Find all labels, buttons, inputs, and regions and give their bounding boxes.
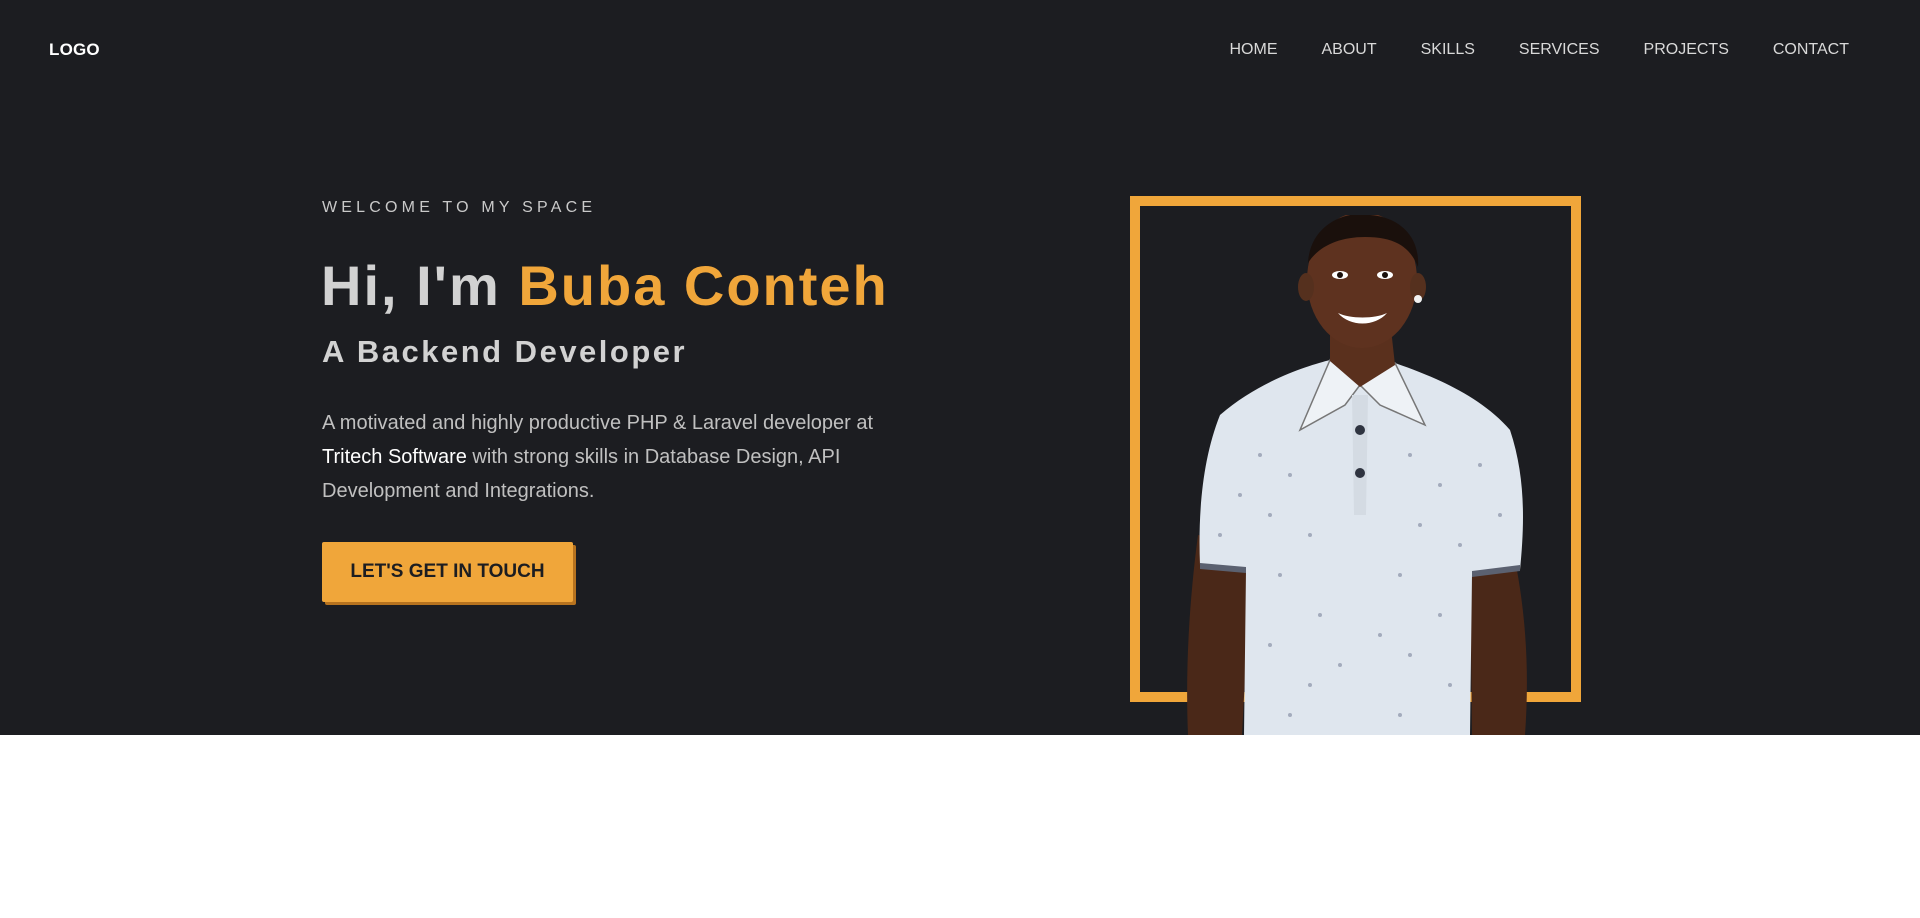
nav-about[interactable]: ABOUT — [1322, 41, 1377, 59]
desc-company: Tritech Software — [322, 446, 467, 468]
nav-services[interactable]: SERVICES — [1519, 41, 1600, 59]
hero-role: A Backend Developer — [322, 334, 688, 369]
get-in-touch-button[interactable]: LET'S GET IN TOUCH — [322, 542, 573, 602]
site-logo[interactable]: LOGO — [49, 40, 100, 60]
portrait-photo — [1187, 215, 1527, 735]
nav-skills[interactable]: SKILLS — [1421, 41, 1475, 59]
hero-section: LOGO HOME ABOUT SKILLS SERVICES PROJECTS… — [0, 0, 1920, 735]
hero-name: Buba Conteh — [518, 254, 889, 317]
hero-headline: Hi, I'm Buba Conteh — [321, 253, 889, 318]
hero-description: A motivated and highly productive PHP & … — [322, 406, 922, 508]
desc-part1: A motivated and highly productive PHP & … — [322, 412, 874, 434]
nav-contact[interactable]: CONTACT — [1773, 41, 1849, 59]
greeting-text: Hi, I'm — [321, 254, 519, 317]
nav-home[interactable]: HOME — [1230, 41, 1278, 59]
nav-projects[interactable]: PROJECTS — [1644, 41, 1729, 59]
main-nav: HOME ABOUT SKILLS SERVICES PROJECTS CONT… — [1230, 41, 1850, 59]
welcome-text: WELCOME TO MY SPACE — [322, 199, 597, 216]
